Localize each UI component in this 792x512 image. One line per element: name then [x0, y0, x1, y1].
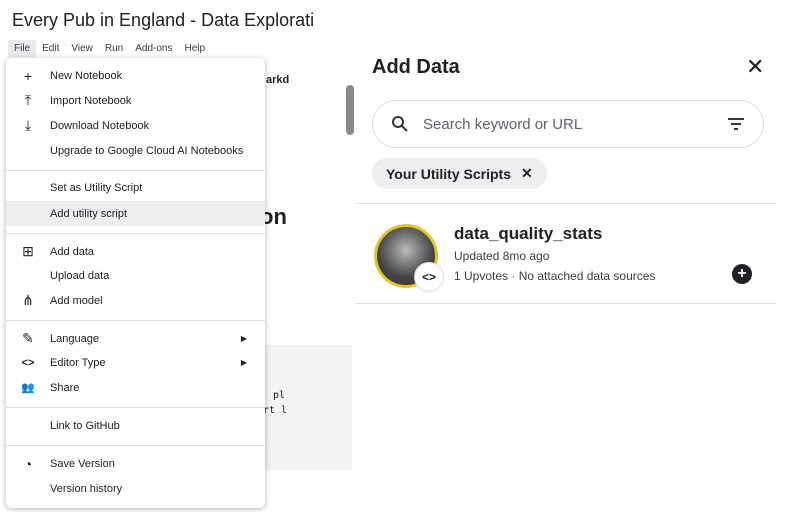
- search-input[interactable]: Search keyword or URL: [372, 100, 764, 148]
- file-menu: + New Notebook ⤒ Import Notebook ⤓ Download…: [6, 58, 265, 508]
- menu-view[interactable]: View: [65, 40, 99, 57]
- menu-edit[interactable]: Edit: [36, 40, 65, 57]
- filter-chip[interactable]: Your Utility Scripts ✕: [372, 158, 547, 189]
- pencil-icon: ✎: [22, 330, 34, 346]
- menu-item-version-history[interactable]: Version history: [6, 476, 265, 501]
- utility-script-card[interactable]: <> data_quality_stats Updated 8mo ago 1 …: [356, 204, 776, 304]
- menu-run[interactable]: Run: [99, 40, 129, 57]
- menu-item-label: Add data: [50, 245, 95, 258]
- script-meta: 1 Upvotes · No attached data sources: [454, 269, 656, 283]
- code-line: rt l: [263, 405, 288, 416]
- menu-bar: File Edit View Run Add-ons Help: [8, 40, 211, 57]
- chip-close-icon[interactable]: ✕: [521, 165, 533, 182]
- menu-item-download-notebook[interactable]: ⤓ Download Notebook: [6, 113, 265, 138]
- code-cell[interactable]: pl rt l: [262, 345, 352, 470]
- code-icon: <>: [414, 262, 444, 292]
- menu-item-label: Link to GitHub: [50, 419, 120, 432]
- submenu-arrow-icon: ▶: [240, 358, 247, 367]
- menu-help[interactable]: Help: [178, 40, 211, 57]
- add-data-panel: Add Data ✕ Search keyword or URL Your Ut…: [356, 38, 776, 308]
- menu-item-label: Import Notebook: [50, 94, 132, 107]
- menu-item-label: Add model: [50, 294, 103, 307]
- divider: [6, 233, 265, 234]
- menu-item-label: Version history: [50, 482, 123, 495]
- menu-item-editor-type[interactable]: <> Editor Type ▶: [6, 350, 265, 375]
- updated-text: Updated 8mo ago: [454, 249, 550, 263]
- menu-item-add-data[interactable]: ⊞ Add data: [6, 239, 265, 264]
- menu-item-label: Share: [50, 381, 80, 394]
- code-icon: <>: [21, 356, 35, 369]
- plus-icon: +: [23, 67, 33, 84]
- script-title[interactable]: data_quality_stats: [454, 224, 602, 244]
- chip-label: Your Utility Scripts: [386, 165, 511, 182]
- panel-title: Add Data: [372, 56, 460, 78]
- menu-item-label: New Notebook: [50, 69, 123, 82]
- menu-item-import-notebook[interactable]: ⤒ Import Notebook: [6, 88, 265, 113]
- table-icon: ⊞: [22, 243, 34, 259]
- divider: [6, 445, 265, 446]
- menu-item-new-notebook[interactable]: + New Notebook: [6, 63, 265, 88]
- menu-item-label: Language: [50, 332, 99, 345]
- filter-icon[interactable]: [727, 116, 745, 132]
- menu-item-label: Set as Utility Script: [50, 181, 143, 194]
- model-icon: ⋔: [22, 292, 34, 308]
- menu-item-label: Save Version: [50, 457, 115, 470]
- upload-icon: ⤒: [24, 92, 32, 108]
- save-version-icon: ◔: [23, 455, 33, 472]
- download-icon: ⤓: [24, 117, 32, 133]
- menu-item-set-utility-script[interactable]: Set as Utility Script: [6, 175, 265, 200]
- search-placeholder: Search keyword or URL: [423, 115, 583, 133]
- add-button[interactable]: +: [732, 264, 752, 284]
- divider: [6, 407, 265, 408]
- scrollbar[interactable]: [346, 85, 354, 135]
- menu-file[interactable]: File: [8, 40, 37, 57]
- menu-item-upload-data[interactable]: Upload data: [6, 263, 265, 288]
- menu-addons[interactable]: Add-ons: [129, 40, 178, 57]
- menu-item-share[interactable]: 👥 Share: [6, 375, 265, 400]
- cell-type-label: arkd: [266, 74, 290, 86]
- search-icon: [392, 116, 408, 132]
- menu-item-link-github[interactable]: Link to GitHub: [6, 413, 265, 438]
- menu-item-label: Upgrade to Google Cloud AI Notebooks: [50, 144, 244, 157]
- submenu-arrow-icon: ▶: [240, 334, 247, 343]
- people-icon: 👥: [21, 382, 35, 394]
- menu-item-label: Editor Type: [50, 356, 106, 369]
- divider: [6, 320, 265, 321]
- menu-item-language[interactable]: ✎ Language ▶: [6, 326, 265, 351]
- menu-item-save-version[interactable]: ◔ Save Version: [6, 451, 265, 476]
- menu-item-add-utility-script[interactable]: Add utility script: [6, 201, 265, 226]
- notebook-title: Every Pub in England - Data Explorati: [12, 10, 315, 30]
- menu-item-label: Upload data: [50, 269, 110, 282]
- close-icon[interactable]: ✕: [746, 54, 764, 80]
- divider: [6, 170, 265, 171]
- menu-item-add-model[interactable]: ⋔ Add model: [6, 288, 265, 313]
- menu-item-label: Download Notebook: [50, 119, 150, 132]
- code-line: pl: [273, 390, 286, 401]
- menu-item-upgrade[interactable]: Upgrade to Google Cloud AI Notebooks: [6, 138, 265, 163]
- menu-item-label: Add utility script: [50, 207, 128, 220]
